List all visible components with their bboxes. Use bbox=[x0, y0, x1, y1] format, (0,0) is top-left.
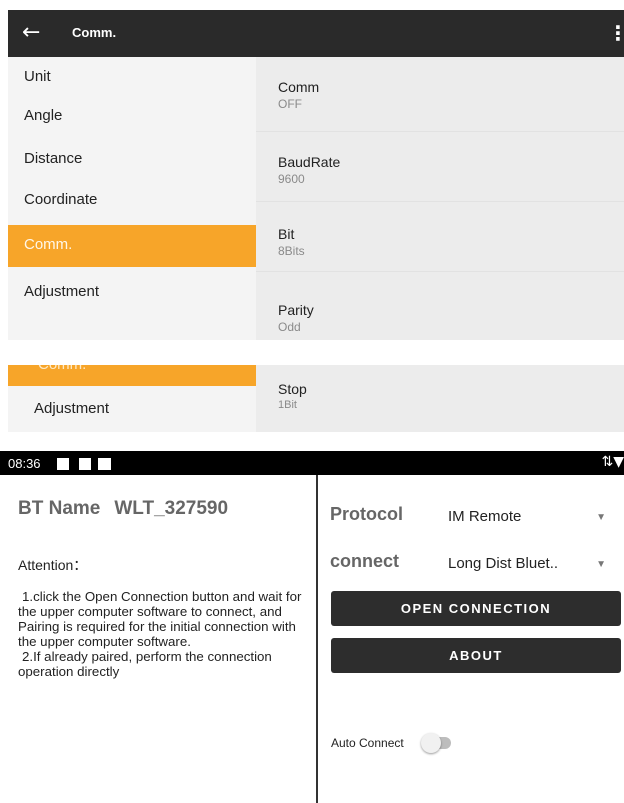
setting-name: Bit bbox=[278, 226, 295, 242]
menu-item-label: Comm. bbox=[24, 236, 73, 253]
setting-stop[interactable]: Stop 1Bit bbox=[256, 365, 624, 432]
settings-list: Comm OFF BaudRate 9600 Bit 8Bits Parity … bbox=[256, 57, 624, 340]
settings-menu: Unit Angle Distance Coordinate Comm. Adj… bbox=[8, 57, 256, 340]
arrow-left-icon[interactable]: ← bbox=[22, 21, 42, 45]
menu-item-distance[interactable]: Distance bbox=[8, 139, 256, 181]
menu-item-coordinate[interactable]: Coordinate bbox=[8, 180, 256, 222]
bluetooth-screen: 08:36 ⇅▼ BT Name WLT_327590 Attention： 1.… bbox=[0, 451, 624, 803]
open-connection-button[interactable]: OPEN CONNECTION bbox=[331, 591, 621, 626]
auto-connect-label: Auto Connect bbox=[331, 736, 404, 750]
bt-name-row: BT Name WLT_327590 bbox=[18, 498, 228, 520]
instruction-1: 1.click the Open Connection button and w… bbox=[18, 589, 302, 649]
menu-item-label: Coordinate bbox=[24, 191, 98, 208]
wifi-signal-icon: ⇅▼ bbox=[601, 454, 624, 470]
setting-baudrate[interactable]: BaudRate 9600 bbox=[256, 132, 624, 202]
instruction-2: 2.If already paired, perform the connect… bbox=[18, 649, 272, 679]
setting-name: BaudRate bbox=[278, 154, 341, 170]
instructions: 1.click the Open Connection button and w… bbox=[18, 589, 308, 679]
app-bar: ← Comm. ⋮ bbox=[8, 10, 624, 57]
connect-label: connect bbox=[330, 551, 400, 571]
setting-value: 8Bits bbox=[278, 244, 305, 258]
menu-item-adjustment[interactable]: Adjustment bbox=[8, 267, 256, 323]
page-title: Comm. bbox=[72, 25, 117, 40]
toggle-thumb bbox=[421, 733, 441, 753]
image-notification-icon bbox=[57, 458, 69, 470]
setting-name: Parity bbox=[278, 302, 314, 318]
more-vert-icon[interactable]: ⋮ bbox=[608, 22, 624, 44]
setting-value: OFF bbox=[278, 97, 302, 111]
menu-item-label: Unit bbox=[24, 68, 51, 85]
attention-heading: Attention： bbox=[18, 557, 88, 573]
menu-item-angle[interactable]: Angle bbox=[8, 96, 256, 138]
menu-item-adjustment[interactable]: Adjustment bbox=[8, 386, 256, 432]
setting-value: 1Bit bbox=[278, 399, 297, 411]
protocol-select[interactable]: IM Remote bbox=[448, 508, 521, 525]
settings-crop: Comm. Adjustment Stop 1Bit bbox=[8, 365, 624, 432]
menu-item-label: Angle bbox=[24, 107, 63, 124]
chevron-down-icon[interactable]: ▼ bbox=[596, 559, 606, 570]
menu-item-label: Distance bbox=[24, 150, 83, 167]
menu-item-unit[interactable]: Unit bbox=[8, 57, 256, 99]
auto-connect-toggle[interactable] bbox=[421, 732, 453, 753]
square-notification-icon bbox=[98, 458, 111, 470]
bt-name-value: WLT_327590 bbox=[114, 498, 229, 519]
setting-value: Odd bbox=[278, 320, 301, 334]
setting-comm[interactable]: Comm OFF bbox=[256, 57, 624, 132]
about-button[interactable]: ABOUT bbox=[331, 638, 621, 673]
menu-item-label: Adjustment bbox=[24, 283, 100, 300]
sim-notification-icon bbox=[79, 458, 91, 470]
settings-screen: ← Comm. ⋮ Unit Angle Distance Coordinate… bbox=[8, 10, 624, 340]
menu-item-comm[interactable]: Comm. bbox=[8, 365, 256, 386]
connection-panel: Protocol IM Remote ▼ connect Long Dist B… bbox=[320, 475, 624, 803]
protocol-label: Protocol bbox=[330, 504, 404, 524]
status-time: 08:36 bbox=[8, 456, 41, 471]
status-bar: 08:36 ⇅▼ bbox=[0, 451, 624, 475]
setting-value: 9600 bbox=[278, 172, 305, 186]
setting-name: Comm bbox=[278, 79, 320, 95]
menu-item-comm[interactable]: Comm. bbox=[8, 225, 256, 267]
setting-bit[interactable]: Bit 8Bits bbox=[256, 202, 624, 272]
bt-info-panel: BT Name WLT_327590 Attention： 1.click the… bbox=[0, 475, 318, 803]
bt-name-label: BT Name bbox=[18, 498, 101, 519]
menu-item-label: Adjustment bbox=[34, 400, 110, 417]
connect-select[interactable]: Long Dist Bluet.. bbox=[448, 555, 558, 572]
chevron-down-icon[interactable]: ▼ bbox=[596, 512, 606, 523]
menu-item-label: Comm. bbox=[38, 365, 86, 373]
setting-name: Stop bbox=[278, 381, 307, 397]
setting-parity[interactable]: Parity Odd bbox=[256, 272, 624, 340]
